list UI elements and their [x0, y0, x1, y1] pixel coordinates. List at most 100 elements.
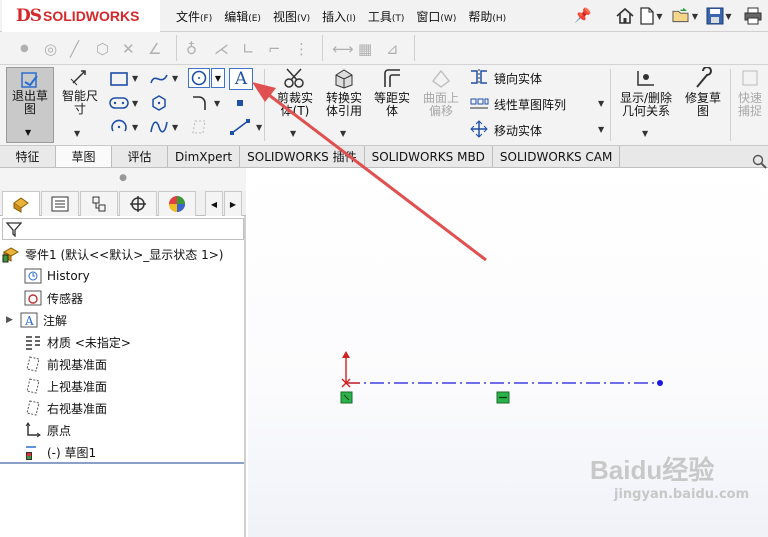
tab-dimxpert[interactable]: DimXpert — [168, 146, 241, 167]
chevron-down-icon[interactable]: ▼ — [256, 123, 262, 132]
chevron-down-icon[interactable]: ▼ — [214, 99, 220, 108]
chevron-down-icon[interactable]: ▼ — [132, 123, 138, 132]
tree-item-label: 注解 — [43, 313, 68, 328]
menu-help[interactable]: 帮助(H) — [468, 8, 506, 25]
toolbar-separator — [414, 35, 415, 61]
chevron-down-icon[interactable]: ▼ — [340, 129, 346, 138]
tree-item-right-plane[interactable]: 右视基准面 — [24, 398, 107, 418]
trim-entities-button[interactable]: 剪裁实体(T) — [272, 67, 318, 118]
angle-dimension-icon: ⊿ — [386, 40, 399, 58]
convert-entities-button[interactable]: 转换实体引用 — [322, 67, 366, 118]
chevron-down-icon[interactable]: ▼ — [132, 99, 138, 108]
linear-pattern-icon[interactable] — [468, 93, 490, 113]
move-entities-label[interactable]: 移动实体 — [494, 122, 542, 139]
feature-manager-tab-icon[interactable] — [2, 191, 40, 216]
chevron-down-icon[interactable]: ▼ — [598, 125, 604, 134]
exit-sketch-icon — [21, 72, 38, 88]
tree-root-part[interactable]: 零件1 (默认<<默认>_显示状态 1>) — [2, 244, 223, 264]
open-folder-icon[interactable]: ▼ — [672, 4, 698, 28]
panel-grip[interactable]: ● — [0, 168, 246, 190]
offset-entities-button[interactable]: 等距实体 — [370, 67, 414, 118]
arc-icon[interactable] — [108, 117, 130, 137]
point-tool-icon[interactable] — [229, 93, 251, 113]
chevron-down-icon[interactable]: ▼ — [132, 74, 138, 83]
zoom-icon[interactable] — [752, 154, 768, 170]
smart-dimension-icon — [70, 70, 86, 86]
main-menu: 文件(F) 编辑(E) 视图(V) 插入(I) 工具(T) 窗口(W) 帮助(H… — [176, 0, 518, 32]
fillet-tool-icon[interactable] — [188, 93, 210, 113]
logo-prefix: DS — [16, 6, 42, 26]
chevron-down-icon[interactable]: ▼ — [172, 74, 178, 83]
new-document-icon[interactable]: ▼ — [638, 4, 664, 28]
menu-file[interactable]: 文件(F) — [176, 8, 212, 25]
tree-item-sketch1[interactable]: (-) 草图1 — [24, 442, 96, 462]
chevron-down-icon[interactable]: ▼ — [642, 129, 648, 138]
watermark-brand: Baidu经验 — [590, 455, 715, 485]
menu-edit[interactable]: 编辑(E) — [224, 8, 261, 25]
chevron-down-icon[interactable]: ▼ — [598, 99, 604, 108]
angle-icon: ∠ — [148, 40, 162, 58]
chevron-down-icon[interactable]: ▼ — [25, 128, 31, 137]
scroll-left-icon[interactable]: ◀ — [205, 191, 223, 216]
menu-insert[interactable]: 插入(I) — [322, 8, 356, 25]
rectangle-icon[interactable] — [108, 69, 130, 89]
tab-solidworks-addins[interactable]: SOLIDWORKS 插件 — [240, 146, 365, 167]
display-delete-relations-button[interactable]: 显示/删除几何关系 — [616, 67, 676, 118]
curve-icon[interactable] — [148, 117, 170, 137]
tab-sketch[interactable]: 草图 — [56, 146, 112, 167]
tree-item-material[interactable]: 材质 <未指定> — [24, 332, 131, 352]
cross-icon: ✕ — [122, 40, 135, 58]
tree-filter-field[interactable] — [2, 218, 244, 240]
chevron-down-icon[interactable]: ▼ — [74, 129, 80, 138]
property-manager-tab-icon[interactable] — [41, 191, 79, 216]
exit-sketch-button[interactable]: 退出草图 ▼ — [6, 67, 54, 143]
dimension-icon: ⟷ — [332, 40, 354, 58]
home-icon[interactable] — [612, 4, 638, 28]
menu-view[interactable]: 视图(V) — [273, 8, 310, 25]
spline-icon[interactable] — [148, 69, 170, 89]
tree-item-history[interactable]: History — [24, 266, 90, 286]
save-icon[interactable]: ▼ — [706, 4, 732, 28]
slot-icon[interactable] — [108, 93, 130, 113]
configuration-manager-tab-icon[interactable] — [80, 191, 118, 216]
solidworks-logo: DS SOLIDWORKS — [2, 0, 160, 32]
chamfer-icon: ⋌ — [214, 40, 229, 58]
chevron-down-icon[interactable]: ▼ — [290, 129, 296, 138]
polygon-tool-icon[interactable] — [148, 93, 170, 113]
menu-tools[interactable]: 工具(T) — [368, 8, 405, 25]
panel-tabs: ◀ ▶ — [0, 190, 246, 216]
tree-item-origin[interactable]: 原点 — [24, 420, 71, 440]
tree-item-label: History — [47, 269, 90, 283]
tree-item-top-plane[interactable]: 上视基准面 — [24, 376, 107, 396]
centerline-endpoint[interactable] — [657, 380, 663, 386]
panel-divider — [0, 462, 244, 464]
menu-window[interactable]: 窗口(W) — [416, 8, 456, 25]
linear-pattern-label[interactable]: 线性草图阵列 — [494, 96, 566, 113]
centerline-icon[interactable] — [229, 117, 251, 137]
tab-evaluate[interactable]: 评估 — [112, 146, 168, 167]
tree-item-sensors[interactable]: 传感器 — [24, 288, 83, 308]
pin-icon[interactable]: 📌 — [574, 8, 591, 24]
repair-sketch-button[interactable]: 修复草图 — [680, 66, 726, 118]
mirror-icon[interactable] — [468, 67, 490, 87]
tab-solidworks-cam[interactable]: SOLIDWORKS CAM — [492, 146, 621, 167]
quick-snaps-label: 快速捕捉 — [738, 91, 763, 118]
display-manager-tab-icon[interactable] — [158, 191, 196, 216]
exit-sketch-label: 退出草图 — [11, 89, 48, 116]
circle-tool-icon[interactable] — [188, 68, 210, 88]
tab-features[interactable]: 特征 — [0, 146, 56, 167]
expand-arrow-icon[interactable]: ▶ — [6, 315, 20, 325]
dimxpert-manager-tab-icon[interactable] — [119, 191, 157, 216]
chevron-down-icon[interactable]: ▼ — [172, 123, 178, 132]
text-tool-icon[interactable]: A — [229, 68, 253, 90]
tree-item-front-plane[interactable]: 前视基准面 — [24, 354, 107, 374]
mirror-entities-label[interactable]: 镜向实体 — [494, 70, 542, 87]
scroll-right-icon[interactable]: ▶ — [224, 191, 242, 216]
plane-icon — [188, 117, 210, 137]
tree-item-annotations[interactable]: ▶ A 注解 — [6, 310, 67, 330]
print-icon[interactable] — [740, 4, 766, 28]
circle-dropdown-icon[interactable]: ▼ — [211, 68, 225, 88]
tab-solidworks-mbd[interactable]: SOLIDWORKS MBD — [364, 146, 493, 167]
offset-entities-label: 等距实体 — [373, 91, 410, 118]
move-entities-icon[interactable] — [468, 119, 490, 139]
